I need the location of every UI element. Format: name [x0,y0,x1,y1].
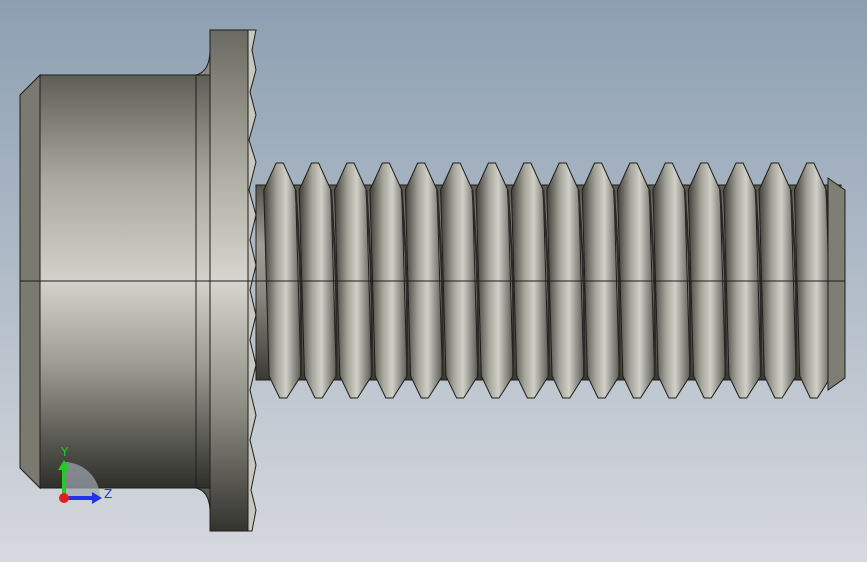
3d-viewport[interactable]: Y Z [0,0,867,562]
x-axis-point [59,493,69,503]
model-scene[interactable]: Y Z [0,0,867,562]
y-axis-label: Y [60,445,69,459]
shaft-end-chamfer [827,177,846,391]
z-axis-label: Z [104,487,112,501]
